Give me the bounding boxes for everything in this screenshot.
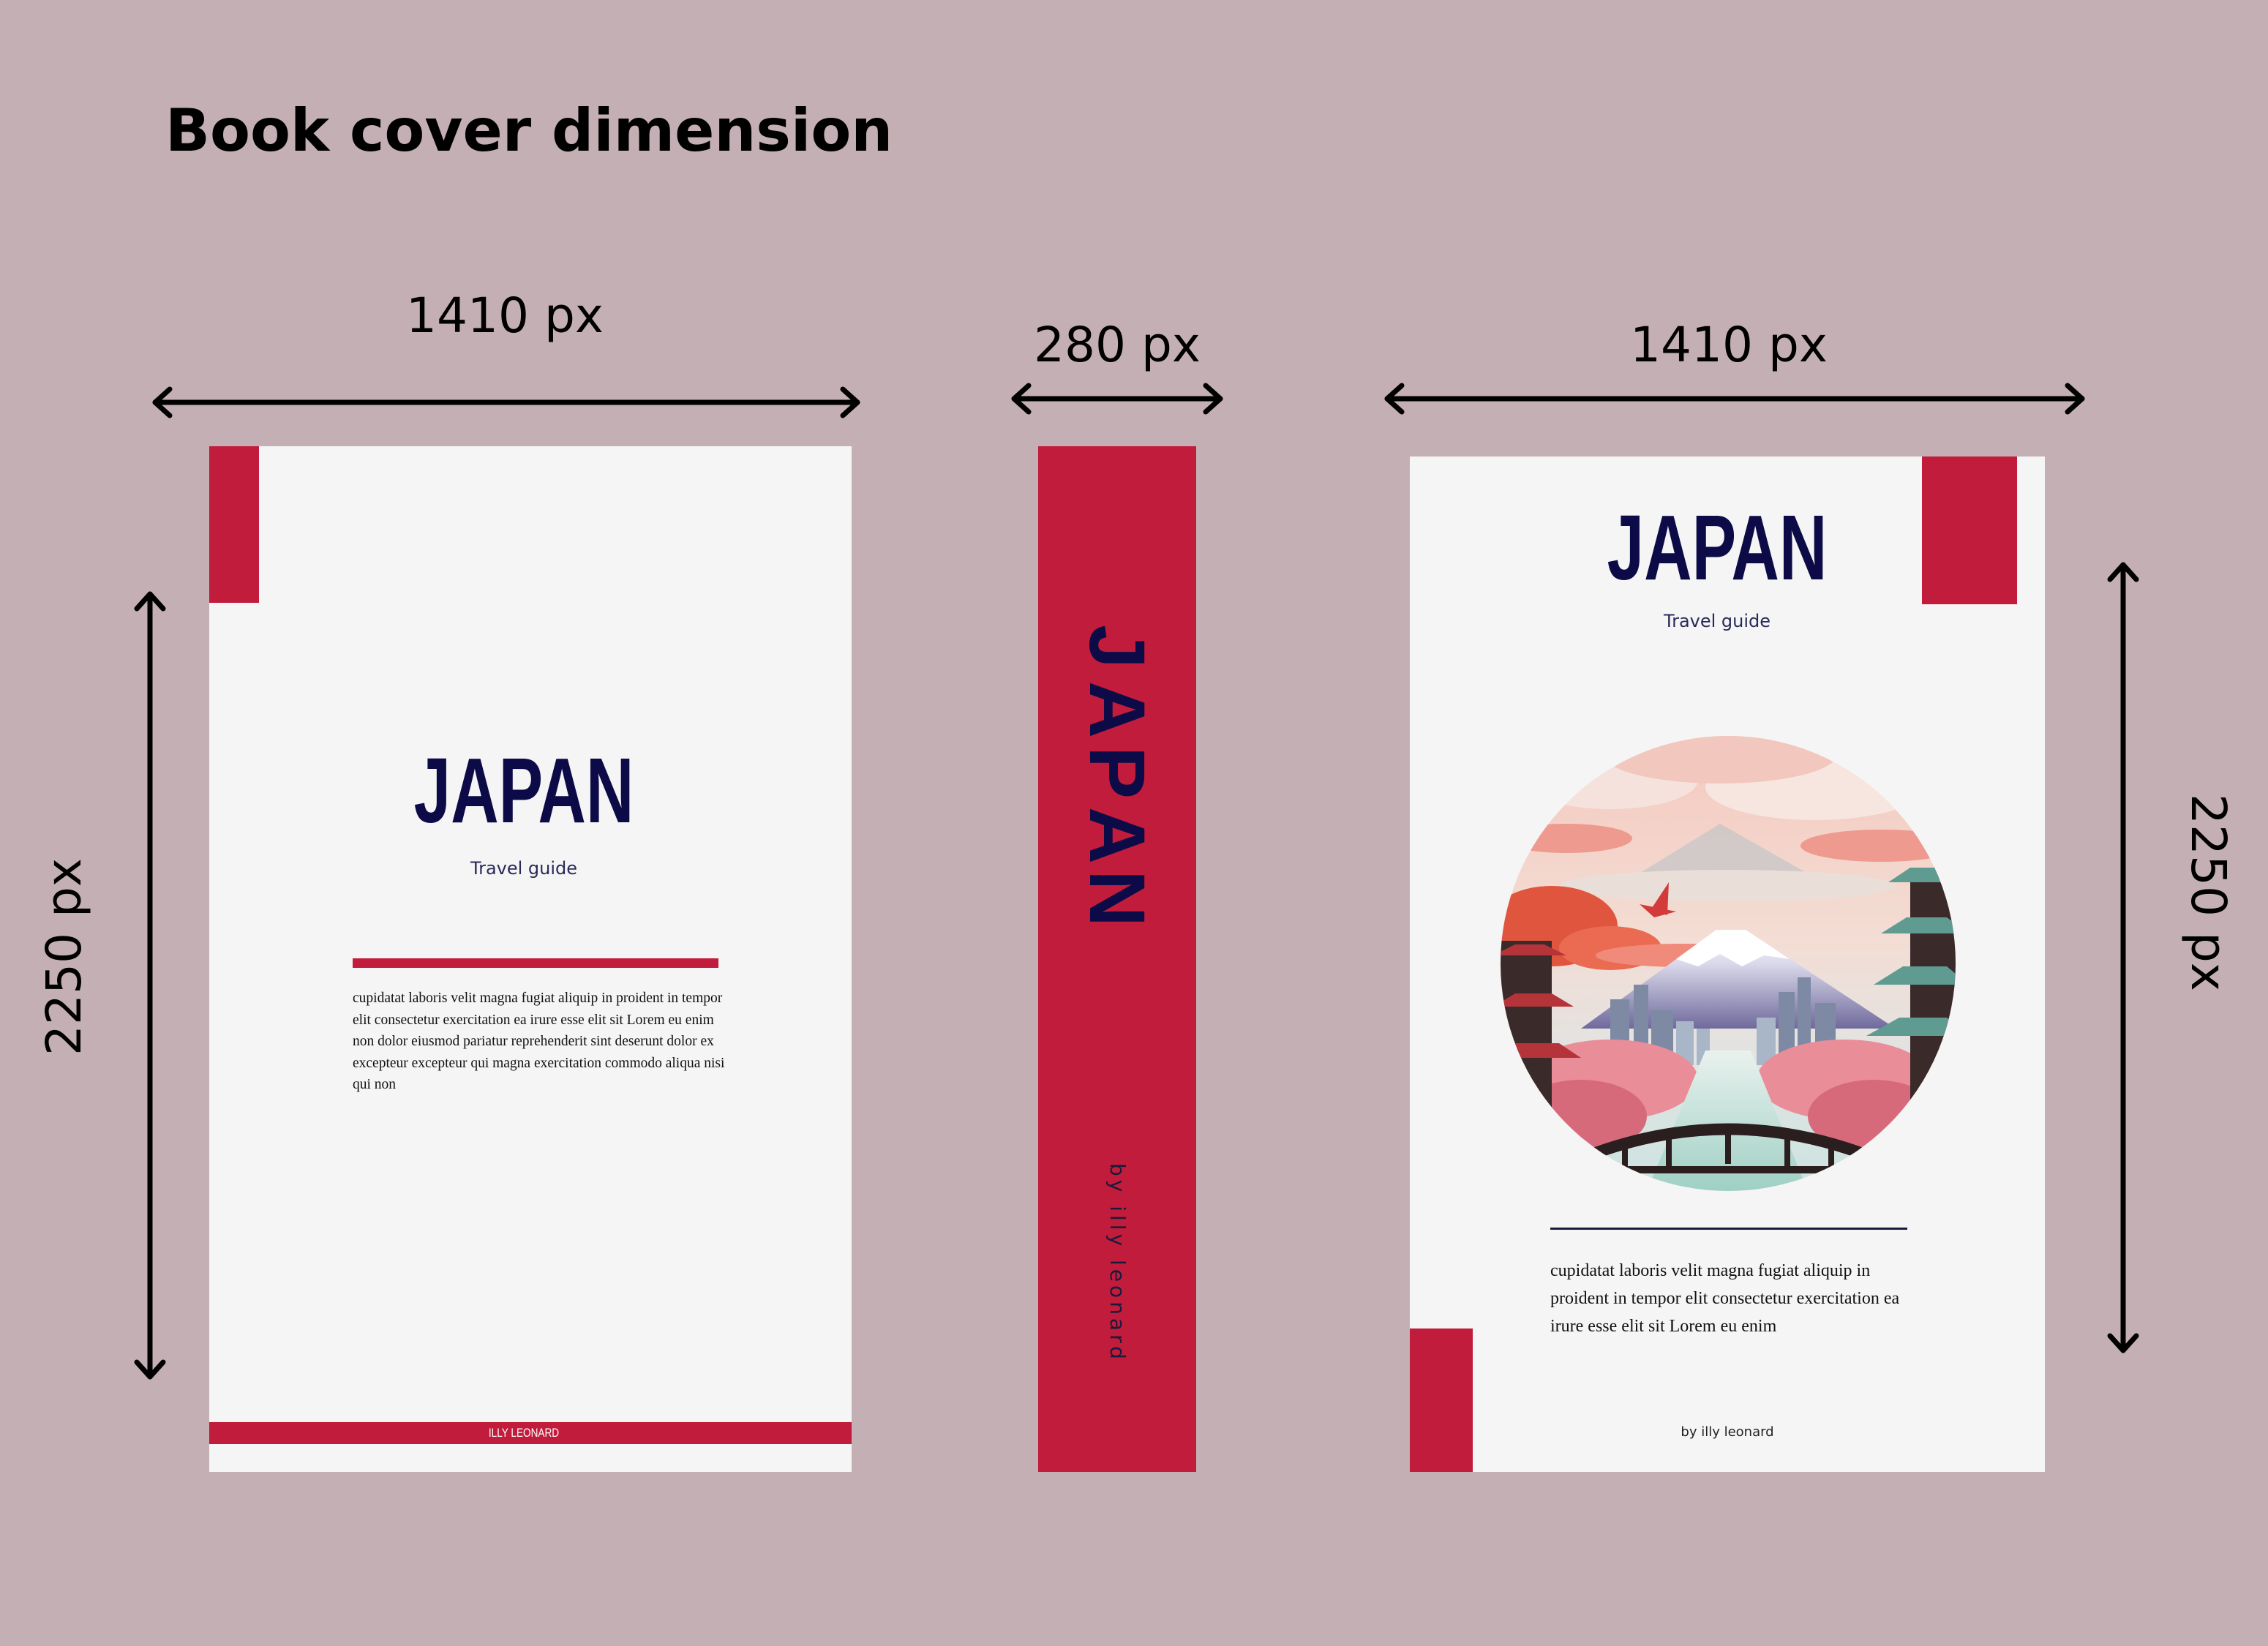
back-cover-title: JAPAN — [413, 739, 634, 842]
spine-author: by illy leonard — [1105, 1163, 1130, 1363]
front-cover-title: JAPAN — [1607, 496, 1828, 599]
front-cover-subtitle: Travel guide — [1663, 611, 1771, 631]
right-height-arrow — [2107, 562, 2139, 1353]
back-width-arrow — [152, 386, 860, 418]
spine-width-arrow — [1011, 383, 1223, 415]
back-cover-body: cupidatat laboris velit magna fugiat ali… — [353, 991, 725, 1092]
back-cover-footer-author: ILLY LEONARD — [488, 1426, 560, 1440]
front-cover-divider — [1550, 1228, 1907, 1230]
front-cover-author: by illy leonard — [1681, 1424, 1774, 1440]
back-cover-divider — [353, 958, 718, 968]
spine: J A P A N by illy leonard — [1038, 446, 1196, 1472]
front-cover-corner-block-bottom — [1410, 1329, 1473, 1472]
back-cover-subtitle: Travel guide — [470, 858, 578, 879]
front-cover-body: cupidatat laboris velit magna fugiat ali… — [1550, 1261, 1900, 1336]
spine-title-letter: N — [1073, 870, 1162, 927]
front-cover-illustration — [1501, 736, 1956, 1191]
back-cover-corner-block — [209, 446, 259, 603]
front-width-arrow — [1384, 383, 2085, 415]
back-cover: JAPAN Travel guide cupidatat laboris vel… — [209, 446, 852, 1472]
back-cover-footer-band: ILLY LEONARD — [209, 1422, 852, 1444]
front-cover: JAPAN Travel guide cupidatat laboris vel… — [1410, 456, 2045, 1472]
left-height-arrow — [134, 591, 166, 1380]
